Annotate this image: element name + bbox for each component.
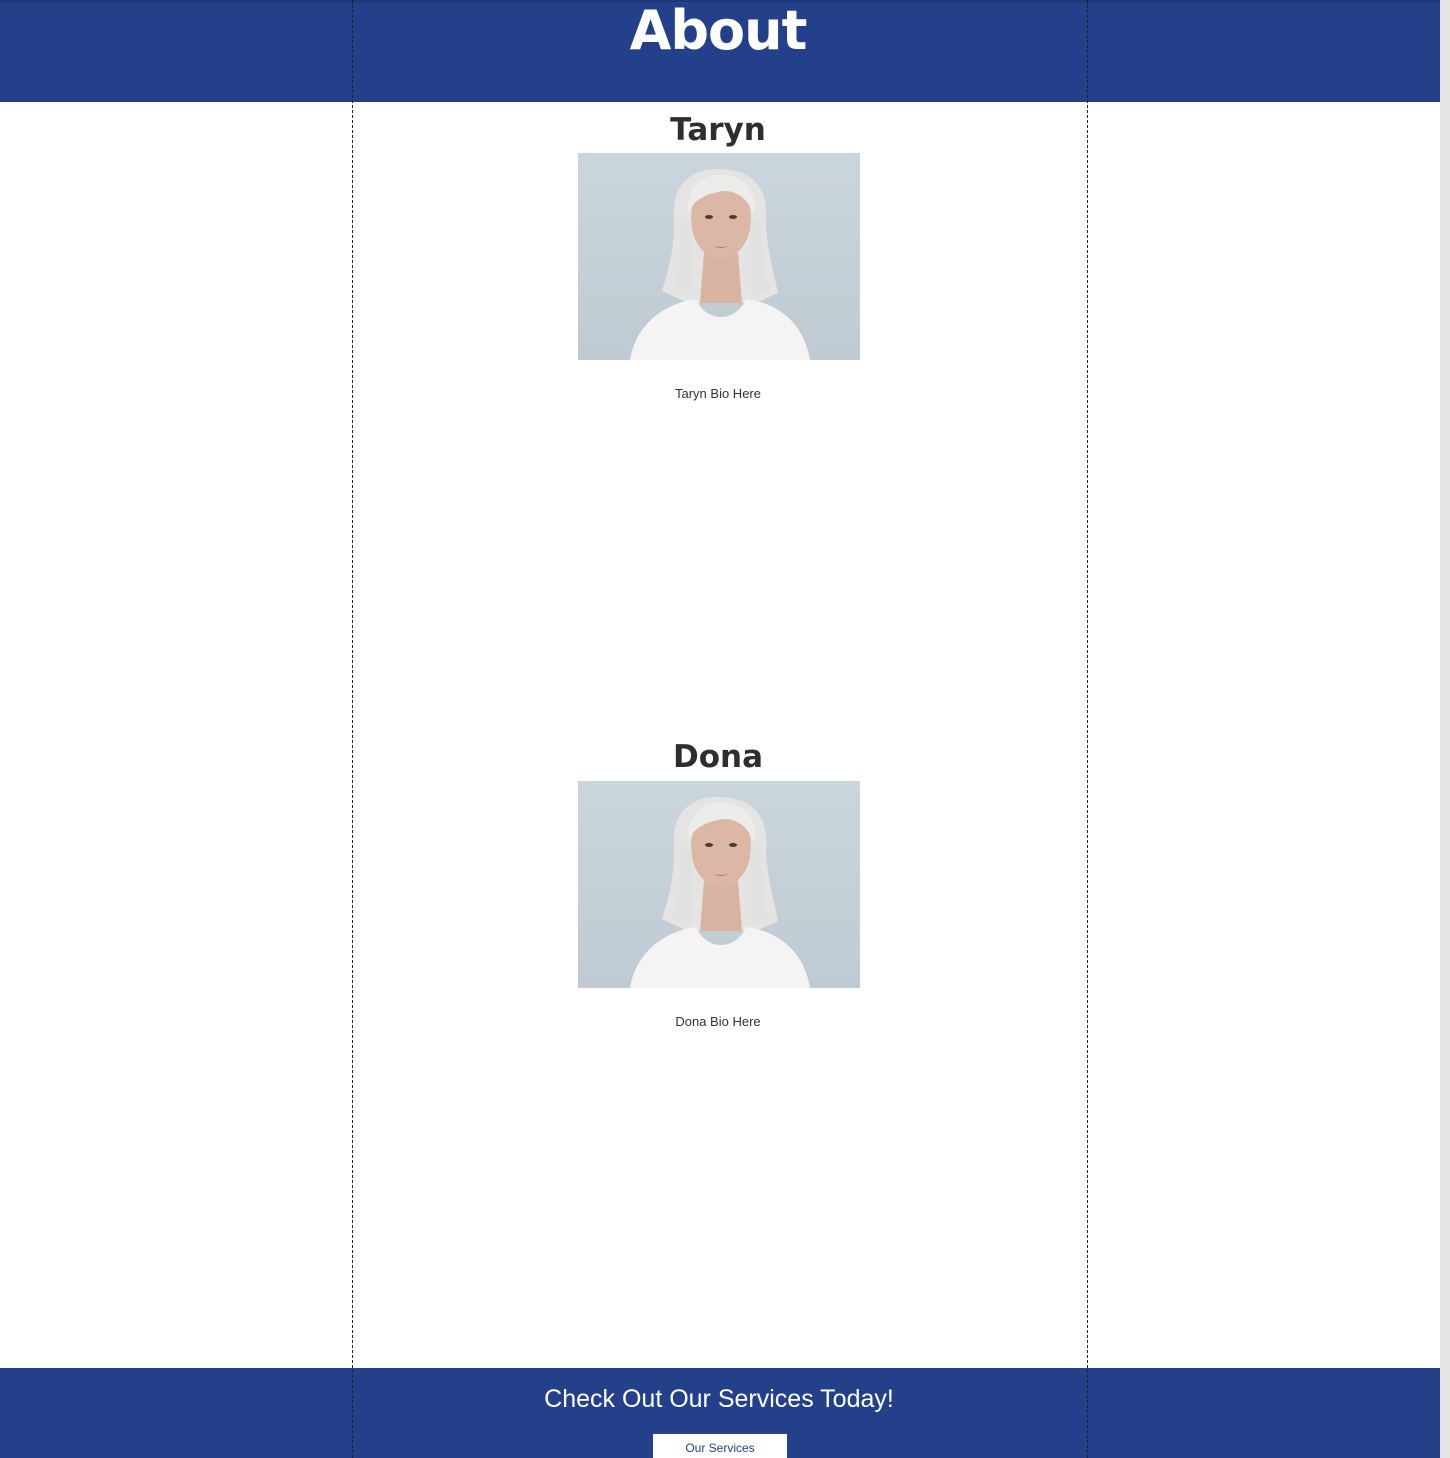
our-services-button[interactable]: Our Services: [653, 1434, 787, 1458]
member-photo: [578, 781, 860, 988]
left-layout-guide: [352, 0, 353, 1458]
member-photo: [578, 153, 860, 360]
header-banner: About: [0, 0, 1440, 102]
member-bio: Dona Bio Here: [675, 1014, 761, 1029]
member-name: Taryn: [670, 112, 766, 148]
portrait-photo-icon: [578, 781, 860, 988]
footer-cta-banner: Check Out Our Services Today! Our Servic…: [0, 1368, 1440, 1458]
member-name: Dona: [672, 739, 764, 775]
about-page: About Taryn Taryn Bio Here Dona Dona Bio…: [0, 0, 1450, 1458]
page-scrollbar[interactable]: [1440, 0, 1450, 1458]
portrait-photo-icon: [578, 153, 860, 360]
member-bio: Taryn Bio Here: [675, 386, 761, 401]
footer-cta-text: Check Out Our Services Today!: [544, 1385, 894, 1413]
right-layout-guide: [1087, 0, 1088, 1458]
page-title: About: [629, 0, 808, 62]
